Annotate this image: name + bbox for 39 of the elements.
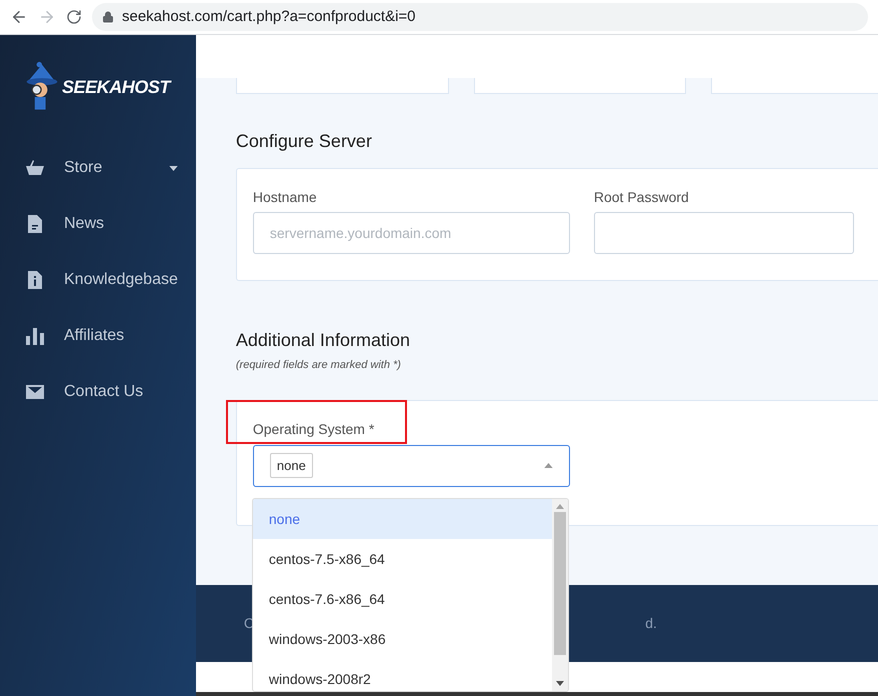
selected-tag: none xyxy=(270,452,313,478)
note-text: (required fields are marked with *) xyxy=(236,358,402,373)
section-title: Additional Information xyxy=(236,329,411,351)
basket-icon xyxy=(25,158,45,178)
select-field[interactable]: none xyxy=(252,444,570,486)
sidebar-item[interactable]: Knowledgebase xyxy=(0,252,196,308)
envelope-icon xyxy=(25,382,45,402)
input-field[interactable]: servername.yourdomain.com xyxy=(252,212,570,254)
forward-icon[interactable] xyxy=(38,8,56,26)
sidebar-item[interactable]: Affiliates xyxy=(0,308,196,364)
field-label: Operating System * xyxy=(252,420,376,434)
scroll-thumb[interactable] xyxy=(554,512,566,655)
scroll-up-icon[interactable] xyxy=(556,504,564,509)
input-field[interactable] xyxy=(594,212,854,254)
field-label: Hostname xyxy=(252,188,318,203)
dropdown-option[interactable]: none xyxy=(252,499,552,539)
footer-text: d. xyxy=(645,614,657,633)
url-text: seekahost.com/cart.php?a=confproduct&i=0 xyxy=(122,6,416,27)
dropdown-option[interactable]: windows-2003-x86 xyxy=(252,619,552,659)
dropdown-option[interactable]: centos-7.5-x86_64 xyxy=(252,539,552,579)
logo-text: SEEKAHOST xyxy=(62,76,170,99)
scroll-down-icon[interactable] xyxy=(556,681,564,686)
document-icon xyxy=(25,214,45,234)
caret-icon xyxy=(168,166,178,170)
dropdown-option[interactable]: centos-7.6-x86_64 xyxy=(252,579,552,619)
dropdown-option[interactable]: windows-2008r2 xyxy=(252,659,552,691)
sidebar-item[interactable]: Contact Us xyxy=(0,364,196,420)
bar-chart-icon xyxy=(25,326,45,346)
caret-icon xyxy=(544,463,553,468)
reload-icon[interactable] xyxy=(66,9,82,25)
sidebar-item[interactable]: Store xyxy=(0,140,196,196)
field-label: Root Password xyxy=(594,188,690,203)
scrollbar[interactable] xyxy=(552,499,568,691)
info-document-icon xyxy=(25,270,45,290)
back-icon[interactable] xyxy=(10,8,28,26)
lock-icon xyxy=(102,11,114,23)
sidebar-item[interactable]: News xyxy=(0,196,196,252)
address-bar[interactable]: seekahost.com/cart.php?a=confproduct&i=0 xyxy=(92,3,868,31)
section-title: Configure Server xyxy=(236,130,373,152)
